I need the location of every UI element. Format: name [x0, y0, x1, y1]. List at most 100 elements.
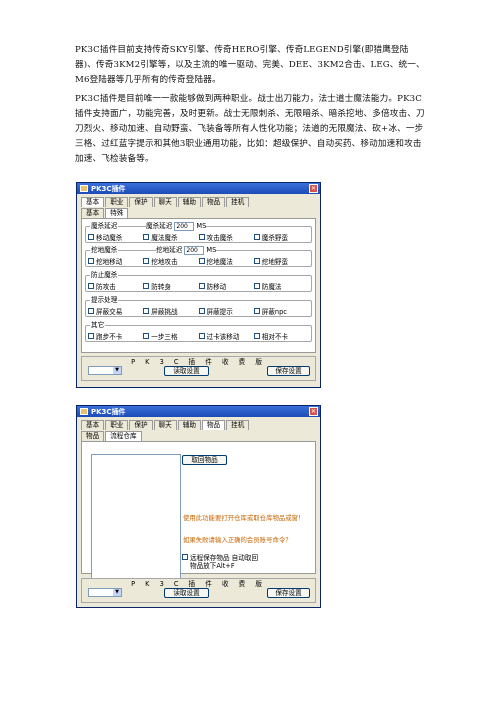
checkbox-box[interactable]: [198, 308, 205, 314]
tab-chat[interactable]: 聊天: [153, 197, 177, 207]
checkbox-box[interactable]: [88, 283, 94, 289]
group-title: 提示处理: [90, 295, 119, 305]
checkbox-item[interactable]: 移动魔杀: [88, 232, 143, 242]
checkbox-box[interactable]: [88, 258, 94, 264]
tab-chat[interactable]: 聊天: [153, 420, 177, 430]
account-tip: 如果失败请输入正确的会员账号命令？: [183, 536, 292, 544]
checkbox-item[interactable]: 防转身: [143, 281, 198, 291]
checkbox-box[interactable]: [198, 234, 205, 240]
save-settings-button[interactable]: 保存设置: [267, 366, 310, 376]
tab-auto[interactable]: 挂机: [226, 197, 250, 207]
checkbox-item[interactable]: 相对不卡: [253, 331, 309, 341]
chevron-down-icon[interactable]: ▼: [113, 589, 121, 596]
checkbox-box[interactable]: [143, 234, 150, 240]
window-titlebar[interactable]: PK3C插件 ✕: [77, 183, 320, 194]
checkbox-item[interactable]: 防移动: [198, 281, 254, 291]
checkbox-box[interactable]: [88, 234, 94, 240]
checkbox-box[interactable]: [198, 258, 205, 264]
tab-basic[interactable]: 基本: [81, 197, 105, 207]
checkbox-box[interactable]: [198, 333, 205, 339]
tab-protect[interactable]: 保护: [129, 197, 153, 207]
checkbox-box[interactable]: [253, 308, 260, 314]
storage-tip: 使用此功能要打开仓库或取仓库物品或窗！: [183, 514, 305, 522]
checkbox-item[interactable]: 过卡该移动: [198, 331, 254, 341]
checkbox-box[interactable]: [182, 554, 188, 560]
subtab-remote-storage[interactable]: 流程仓库: [105, 431, 142, 441]
close-icon[interactable]: ✕: [309, 184, 318, 193]
save-settings-button[interactable]: 保存设置: [267, 588, 310, 598]
checkbox-item[interactable]: 屏蔽交易: [88, 306, 143, 316]
checkbox-item[interactable]: 屏蔽挑战: [143, 306, 198, 316]
read-settings-button[interactable]: 读取设置: [164, 588, 209, 598]
delay-input[interactable]: 200: [184, 245, 205, 255]
group-dig-kill: 挖地魔杀 挖地延迟 200 MS 挖地移动 挖地攻击 挖地魔法 挖地野蛮: [85, 245, 312, 267]
checkbox-item[interactable]: 魔杀野蛮: [253, 232, 309, 242]
delay-label: 魔杀延迟: [146, 222, 173, 230]
chevron-down-icon[interactable]: ▼: [113, 367, 121, 374]
close-icon[interactable]: ✕: [309, 407, 318, 416]
checkbox-item[interactable]: 防魔法: [253, 281, 309, 291]
pk3c-window-special: PK3C插件 ✕ 基本 职业 保护 聊天 辅助 物品 挂机 基本 特殊 魔杀延迟…: [76, 182, 321, 388]
checkbox-label: 魔杀野蛮: [261, 234, 289, 242]
tab-basic[interactable]: 基本: [81, 420, 105, 430]
special-panel: 魔杀延迟 魔杀延迟 200 MS 移动魔杀 魔法魔杀 攻击魔杀 魔杀野蛮 挖地魔…: [81, 218, 316, 353]
checkbox-item[interactable]: 攻击魔杀: [198, 232, 254, 242]
tab-profession[interactable]: 职业: [105, 420, 129, 430]
checkbox-item[interactable]: 挖地移动: [88, 256, 143, 266]
get-items-button[interactable]: 取回物品: [182, 455, 227, 465]
checkbox-box[interactable]: [88, 333, 94, 339]
checkbox-label: 挖地魔法: [206, 258, 233, 266]
checkbox-box[interactable]: [198, 283, 205, 289]
checkbox-box[interactable]: [88, 308, 94, 314]
intro-paragraph-features: PK3C插件是目前唯一一款能够做到两种职业。战士出刀能力，法士道士魔法能力。PK…: [75, 94, 425, 164]
group-other: 其它 跑步不卡 一步三格 过卡该移动 相对不卡: [85, 320, 312, 342]
checkbox-label: 屏蔽npc: [261, 308, 287, 316]
checkbox-label: 屏蔽提示: [206, 308, 233, 316]
tab-auto[interactable]: 挂机: [226, 420, 250, 430]
checkbox-item[interactable]: 挖地魔法: [198, 256, 254, 266]
checkbox-label: 一步三格: [151, 333, 178, 341]
checkbox-item[interactable]: 挖地野蛮: [253, 256, 309, 266]
delay-input[interactable]: 200: [174, 221, 195, 231]
profile-select[interactable]: ▼: [88, 588, 122, 597]
tab-assist[interactable]: 辅助: [177, 420, 201, 430]
checkbox-box[interactable]: [143, 308, 150, 314]
items-listbox[interactable]: [91, 454, 181, 587]
checkbox-item[interactable]: 一步三格: [143, 331, 198, 341]
checkbox-box[interactable]: [143, 283, 150, 289]
checkbox-box[interactable]: [253, 234, 260, 240]
checkbox-item[interactable]: 屏蔽npc: [253, 306, 309, 316]
tab-assist[interactable]: 辅助: [177, 197, 201, 207]
tab-protect[interactable]: 保护: [129, 420, 153, 430]
window-title: PK3C插件: [91, 184, 126, 193]
version-label: P K 3 C 插 件 收 费 版: [131, 580, 266, 588]
checkbox-label: 挖地攻击: [151, 258, 178, 266]
delay-unit: MS: [206, 246, 217, 254]
drop-item-hint: 物品放下Alt+F: [190, 562, 235, 570]
checkbox-box[interactable]: [253, 258, 260, 264]
read-settings-button[interactable]: 读取设置: [164, 366, 209, 376]
tab-profession[interactable]: 职业: [105, 197, 129, 207]
checkbox-label: 防转身: [151, 283, 172, 291]
checkbox-box[interactable]: [143, 333, 150, 339]
checkbox-item[interactable]: 挖地攻击: [143, 256, 198, 266]
subtab-basic[interactable]: 基本: [81, 208, 105, 218]
checkbox-item[interactable]: 防攻击: [88, 281, 143, 291]
checkbox-item[interactable]: 跑步不卡: [88, 331, 143, 341]
checkbox-box[interactable]: [253, 283, 260, 289]
subtab-special[interactable]: 特殊: [105, 208, 129, 218]
profile-select[interactable]: ▼: [88, 366, 122, 375]
checkbox-item[interactable]: 屏蔽提示: [198, 306, 254, 316]
footer-bar: P K 3 C 插 件 收 费 版 ▼ 读取设置 保存设置: [81, 578, 316, 603]
tab-items[interactable]: 物品: [201, 420, 226, 430]
delay-unit: MS: [196, 222, 207, 230]
group-title: 其它: [90, 320, 106, 330]
subtab-items[interactable]: 物品: [81, 431, 105, 441]
checkbox-box[interactable]: [143, 258, 150, 264]
checkbox-label: 相对不卡: [261, 333, 289, 341]
checkbox-label: 防移动: [206, 283, 227, 291]
tab-items[interactable]: 物品: [201, 197, 226, 207]
checkbox-box[interactable]: [253, 333, 260, 339]
window-titlebar[interactable]: PK3C插件 ✕: [77, 406, 320, 417]
checkbox-item[interactable]: 魔法魔杀: [143, 232, 198, 242]
